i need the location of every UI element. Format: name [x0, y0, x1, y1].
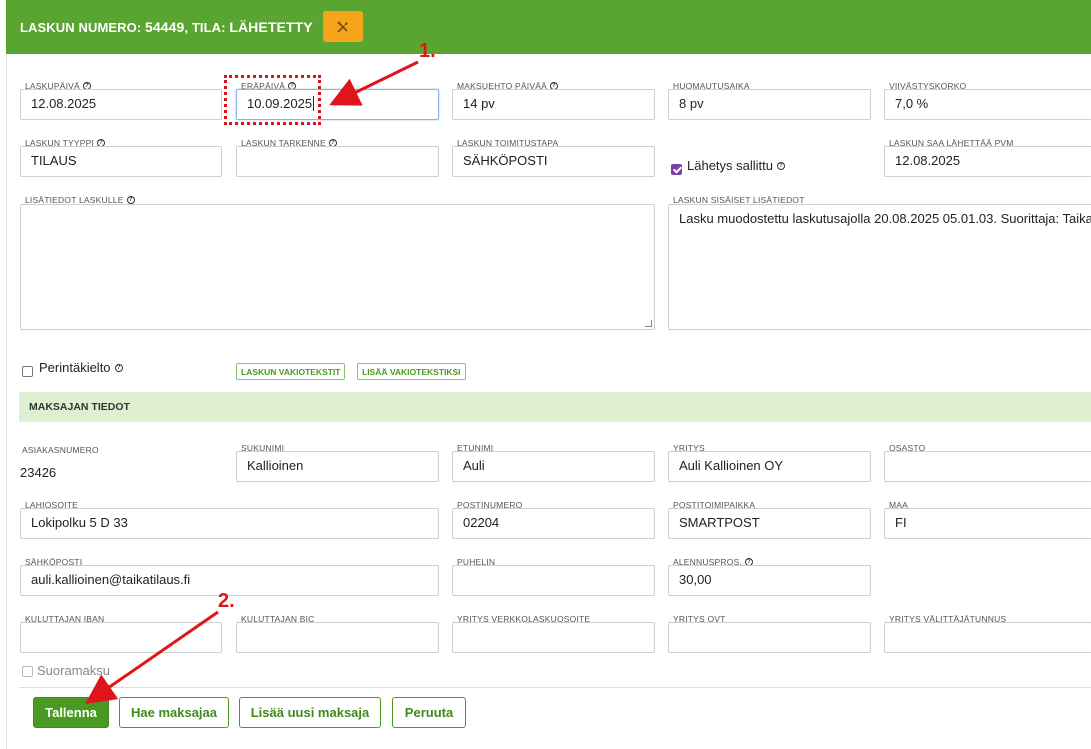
arrow-step-1: [329, 60, 419, 106]
arrow-step-2: [85, 610, 219, 704]
annotation-arrows: [85, 60, 419, 704]
